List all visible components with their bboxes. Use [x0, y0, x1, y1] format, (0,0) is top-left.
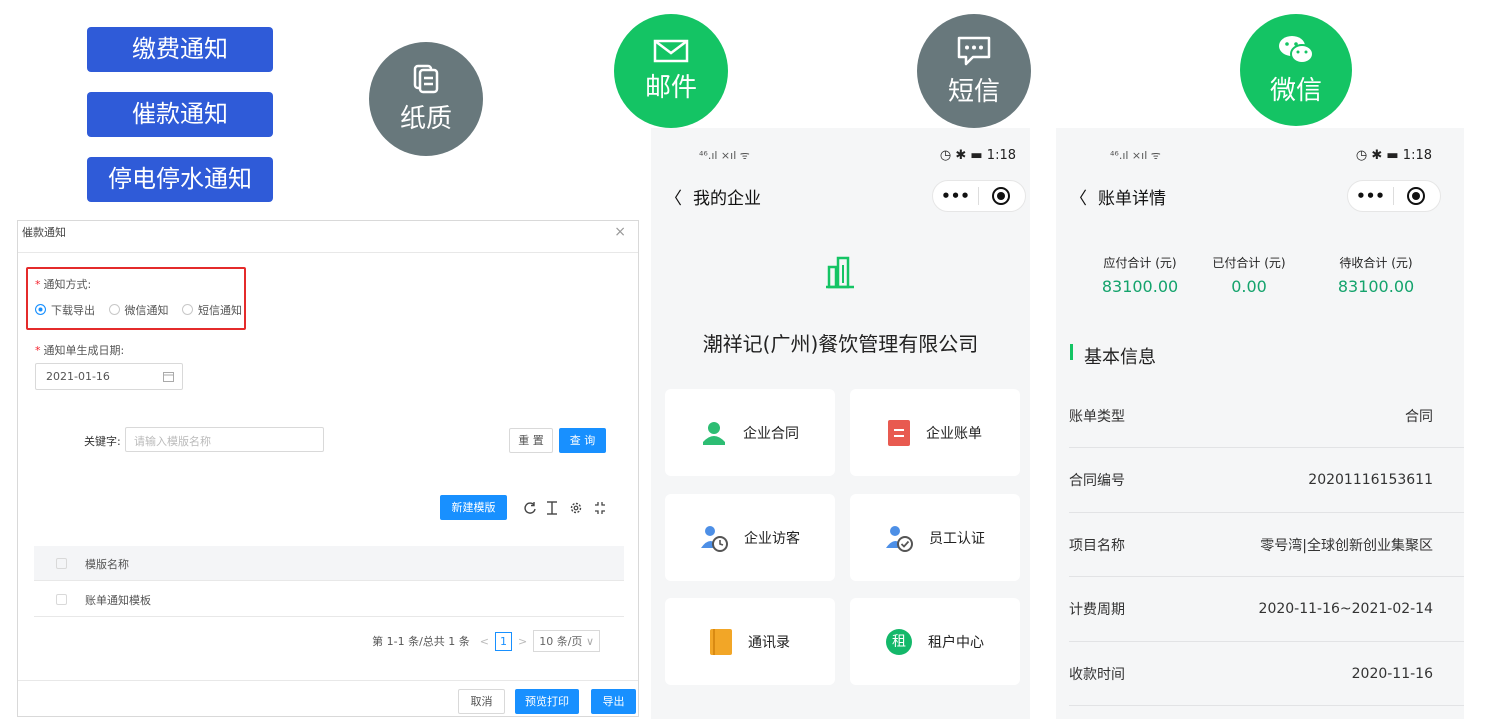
nav-title: 账单详情 — [1098, 189, 1166, 209]
card-address-book[interactable]: 通讯录 — [665, 598, 835, 685]
reset-button[interactable]: 重 置 — [509, 428, 553, 453]
info-row: 合同编号 20201116153611 — [1069, 472, 1433, 489]
status-right: ◷ ✱ ▬ 1:18 — [939, 148, 1016, 163]
info-row: 收款时间 2020-11-16 — [1069, 666, 1433, 683]
notice-tag-utility[interactable]: 停电停水通知 — [87, 157, 273, 202]
document-icon — [413, 64, 439, 93]
channel-paper-label: 纸质 — [399, 103, 452, 134]
card-enterprise-bill[interactable]: 企业账单 — [850, 389, 1020, 476]
sum-receivable: 待收合计 (元) 83100.00 — [1337, 256, 1415, 296]
dunning-notice-dialog: 催款通知 × * 通知方式: 下载导出 微信通知 短信通知 * 通知单生成日期: 2… — [17, 220, 639, 717]
next-page-icon[interactable]: > — [518, 635, 527, 648]
mini-program-capsule[interactable]: ••• — [1347, 180, 1441, 212]
radio-unchecked-icon — [182, 304, 193, 315]
chat-bubble-icon — [957, 36, 991, 65]
close-mini-program-icon[interactable] — [992, 187, 1010, 205]
battery-icon: ◷ ✱ ▬ — [1355, 148, 1399, 163]
channel-email: 邮件 — [614, 14, 728, 128]
date-label: * 通知单生成日期: — [35, 344, 125, 357]
radio-option-sms[interactable]: 短信通知 — [182, 304, 242, 317]
verified-user-icon — [886, 525, 913, 552]
card-enterprise-contract[interactable]: 企业合同 — [665, 389, 835, 476]
phone-my-enterprise: ⁴⁶.ıl ×ıl ᯤ ◷ ✱ ▬ 1:18 〈 我的企业 ••• 潮祥记(广州… — [651, 128, 1030, 719]
divider — [1069, 705, 1464, 706]
visitor-clock-icon — [701, 525, 728, 552]
dialog-title: 催款通知 — [22, 226, 66, 239]
bill-icon — [888, 419, 910, 446]
radio-checked-icon — [35, 304, 46, 315]
date-picker-input[interactable]: 2021-01-16 — [35, 363, 183, 390]
card-employee-auth[interactable]: 员工认证 — [850, 494, 1020, 581]
export-button[interactable]: 导出 — [591, 689, 636, 714]
table-row[interactable]: 账单通知模板 — [34, 582, 624, 617]
sum-paid: 已付合计 (元) 0.00 — [1212, 256, 1286, 296]
info-row: 账单类型 合同 — [1069, 409, 1433, 425]
preview-print-button[interactable]: 预览打印 — [515, 689, 579, 714]
page-size-select[interactable]: 10 条/页 ∨ — [533, 630, 600, 652]
new-template-button[interactable]: 新建模版 — [440, 495, 507, 520]
back-icon[interactable]: 〈 — [1070, 184, 1087, 209]
chevron-down-icon: ∨ — [585, 635, 594, 648]
pager-info: 第 1-1 条/总共 1 条 — [372, 635, 470, 648]
mini-program-capsule[interactable]: ••• — [932, 180, 1026, 212]
card-enterprise-visitor[interactable]: 企业访客 — [665, 494, 835, 581]
nav-title: 我的企业 — [693, 189, 761, 209]
radio-unchecked-icon — [108, 304, 120, 315]
prev-page-icon[interactable]: < — [480, 635, 489, 648]
dialog-footer: 取消 预览打印 导出 — [18, 680, 638, 716]
dialog-header: 催款通知 × — [18, 221, 638, 253]
channel-wechat: 微信 — [1240, 14, 1352, 126]
info-row: 计费周期 2020-11-16~2021-02-14 — [1069, 601, 1433, 618]
notice-tag-dunning[interactable]: 催款通知 — [87, 92, 273, 137]
column-height-icon[interactable] — [546, 501, 558, 515]
back-icon[interactable]: 〈 — [665, 184, 682, 209]
card-tenant-center[interactable]: 租 租户中心 — [850, 598, 1020, 685]
row-checkbox[interactable] — [56, 594, 67, 605]
building-icon — [826, 256, 854, 289]
notify-method-label: * 通知方式: — [35, 278, 92, 291]
company-name: 潮祥记(广州)餐饮管理有限公司 — [702, 332, 979, 356]
signal-wifi-icon: ⁴⁶.ıl ×ıl ᯤ — [699, 149, 750, 162]
close-mini-program-icon[interactable] — [1407, 187, 1425, 205]
select-all-checkbox[interactable] — [56, 558, 67, 569]
battery-icon: ◷ ✱ ▬ — [939, 148, 983, 163]
sum-payable: 应付合计 (元) 83100.00 — [1101, 256, 1179, 296]
notice-tag-payment[interactable]: 缴费通知 — [87, 27, 273, 72]
table-header: 模版名称 — [34, 546, 624, 581]
keyword-label: 关键字: — [84, 435, 121, 448]
section-marker — [1070, 344, 1073, 360]
section-title: 基本信息 — [1084, 347, 1156, 368]
status-right: ◷ ✱ ▬ 1:18 — [1355, 148, 1432, 163]
more-icon[interactable]: ••• — [1348, 187, 1394, 205]
pager-current-page[interactable]: 1 — [495, 631, 513, 651]
info-row: 项目名称 零号湾|全球创新创业集聚区 — [1069, 538, 1433, 554]
channel-paper: 纸质 — [369, 42, 483, 156]
channel-wechat-label: 微信 — [1269, 75, 1322, 106]
channel-sms-label: 短信 — [947, 76, 1000, 107]
keyword-input[interactable]: 请输入模版名称 — [125, 427, 324, 452]
pagination: 第 1-1 条/总共 1 条 < 1 > 10 条/页 ∨ — [372, 630, 600, 652]
gear-icon[interactable] — [569, 501, 583, 515]
refresh-icon[interactable] — [523, 501, 537, 515]
wechat-icon — [1279, 35, 1314, 64]
mail-icon — [653, 39, 689, 62]
signal-wifi-icon: ⁴⁶.ıl ×ıl ᯤ — [1110, 149, 1161, 162]
radio-option-download[interactable]: 下载导出 — [35, 304, 95, 317]
channel-sms: 短信 — [917, 14, 1031, 128]
close-icon[interactable]: × — [614, 224, 634, 249]
phone-bill-details: ⁴⁶.ıl ×ıl ᯤ ◷ ✱ ▬ 1:18 〈 账单详情 ••• 应付合计 (… — [1056, 128, 1464, 719]
rent-icon: 租 — [886, 628, 912, 655]
fullscreen-icon[interactable] — [594, 501, 606, 515]
notify-method-radio-group: 下载导出 微信通知 短信通知 — [35, 302, 242, 318]
address-book-icon — [710, 628, 732, 655]
more-icon[interactable]: ••• — [933, 187, 979, 205]
person-card-icon — [703, 421, 725, 445]
radio-option-wechat[interactable]: 微信通知 — [108, 304, 169, 317]
query-button[interactable]: 查 询 — [559, 428, 606, 453]
calendar-icon — [163, 372, 174, 382]
channel-email-label: 邮件 — [644, 72, 697, 103]
cancel-button[interactable]: 取消 — [458, 689, 505, 714]
